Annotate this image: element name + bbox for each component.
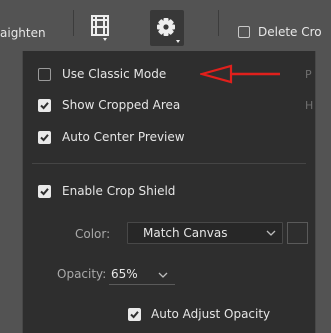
delete-cropped-label: Delete Cro xyxy=(258,25,322,39)
chevron-down-icon xyxy=(266,230,276,236)
gear-icon xyxy=(157,18,180,43)
chevron-down-icon[interactable] xyxy=(158,272,168,279)
auto-adjust-opacity-checkbox[interactable] xyxy=(128,308,141,321)
checkmark-icon xyxy=(130,311,139,319)
straighten-button-label[interactable]: aighten xyxy=(0,25,46,41)
auto-center-preview-label: Auto Center Preview xyxy=(62,130,185,144)
auto-adjust-opacity-label: Auto Adjust Opacity xyxy=(151,307,271,321)
checkmark-icon xyxy=(40,134,49,142)
show-cropped-area-checkbox[interactable] xyxy=(38,99,51,112)
toolbar-divider xyxy=(73,10,74,36)
grid-overlay-button[interactable] xyxy=(84,8,112,42)
color-label: Color: xyxy=(75,227,111,241)
options-toolbar: aighten Delete Cro xyxy=(0,0,331,51)
crop-settings-button[interactable] xyxy=(150,10,184,46)
toolbar-divider xyxy=(218,10,219,36)
crop-settings-menu: Use Classic Mode P Show Cropped Area H A… xyxy=(22,51,316,333)
color-select[interactable]: Match Canvas xyxy=(127,222,283,244)
dropdown-triangle-icon xyxy=(176,40,180,43)
delete-cropped-checkbox[interactable] xyxy=(238,26,250,38)
show-cropped-area-label: Show Cropped Area xyxy=(62,98,181,112)
shortcut-label: H xyxy=(305,99,314,112)
opacity-label: Opacity: xyxy=(57,267,107,281)
opacity-underline xyxy=(109,284,175,285)
color-select-value: Match Canvas xyxy=(143,226,228,240)
use-classic-mode-checkbox[interactable] xyxy=(38,68,51,81)
opacity-value: 65% xyxy=(111,267,138,281)
menu-divider xyxy=(32,163,306,164)
color-swatch[interactable] xyxy=(287,222,308,244)
checkmark-icon xyxy=(40,188,49,196)
use-classic-mode-label: Use Classic Mode xyxy=(62,67,167,81)
enable-crop-shield-label: Enable Crop Shield xyxy=(62,184,176,198)
shortcut-label: P xyxy=(305,68,312,81)
checkmark-icon xyxy=(40,102,49,110)
auto-center-preview-checkbox[interactable] xyxy=(38,131,51,144)
enable-crop-shield-checkbox[interactable] xyxy=(38,185,51,198)
annotation-arrow-icon xyxy=(200,64,280,84)
dropdown-triangle-icon xyxy=(103,38,107,41)
grid-overlay-icon xyxy=(91,15,109,41)
